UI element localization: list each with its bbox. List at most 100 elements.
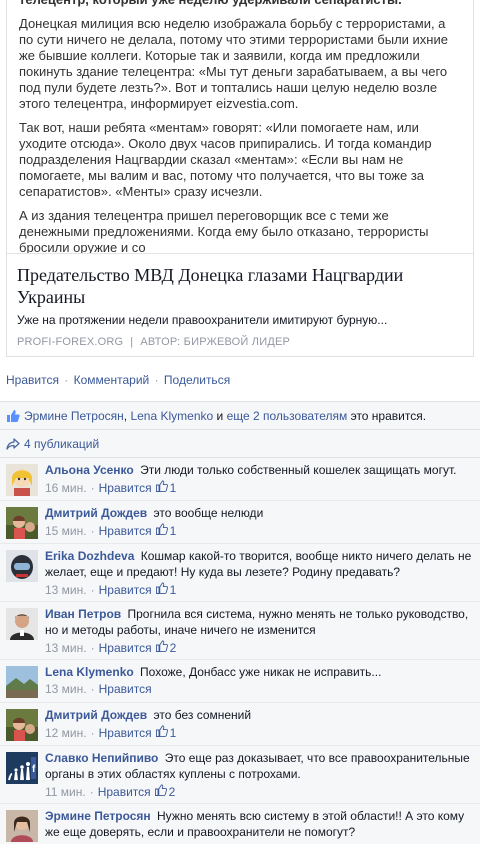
comment-author[interactable]: Иван Петров (45, 607, 121, 621)
avatar[interactable] (6, 550, 38, 582)
comment-author[interactable]: Альона Усенко (45, 463, 134, 477)
comment-like-number: 1 (169, 582, 177, 597)
card-domain: PROFI-FOREX.ORG (17, 336, 124, 348)
dot-separator: · (64, 373, 69, 387)
comment-like-button[interactable]: Нравится (99, 682, 152, 696)
shares-count[interactable]: 4 публикаций (24, 437, 99, 451)
thumbs-up-icon (6, 409, 20, 423)
comment-time[interactable]: 16 мин. (45, 481, 87, 495)
comment-body: Иван Петров Прогнила вся система, нужно … (45, 606, 474, 655)
comment-meta: 11 мин. · Нравится 2 (45, 784, 474, 799)
comment-like-button[interactable]: Нравится (99, 481, 152, 495)
comment-item: Дмитрий Дождев это вообще нелюди 15 мин.… (0, 501, 480, 544)
comment-body: Erika Dozhdeva Кошмар какой-то творится,… (45, 548, 474, 597)
comment-author[interactable]: Lena Klymenko (45, 665, 134, 679)
feedback-section: Эрмине Петросян, Lena Klymenko и еще 2 п… (0, 401, 480, 844)
other-likers-link[interactable]: еще 2 пользователям (227, 409, 348, 423)
comment-like-button[interactable]: Нравится (99, 726, 152, 740)
article-paragraph: А из здания телецентра пришел переговорщ… (19, 208, 429, 253)
card-author: АВТОР: БИРЖЕВОЙ ЛИДЕР (140, 336, 291, 348)
comment-item: Альона Усенко Эти люди только собственны… (0, 458, 480, 501)
article-paragraph: Донецкая милиция всю неделю изображала б… (19, 16, 448, 111)
likes-summary: Эрмине Петросян, Lena Klymenko и еще 2 п… (0, 402, 480, 430)
comment-like-button[interactable]: Нравится (99, 583, 152, 597)
comment-meta: 13 мин. · Нравится (45, 682, 474, 696)
comment-text: Похоже, Донбасс уже никак не исправить..… (140, 665, 382, 679)
dot-separator: · (89, 784, 94, 799)
comment-meta: 13 мин. · Нравится 1 (45, 582, 474, 597)
avatar[interactable]: f (6, 752, 38, 784)
comment-text: это без сомнений (153, 708, 252, 722)
comment-author[interactable]: Дмитрий Дождев (45, 506, 147, 520)
comment-like-number: 1 (169, 725, 177, 740)
comment-author[interactable]: Славко Непийпиво (45, 751, 158, 765)
thumbs-up-icon (155, 640, 170, 655)
thumbs-up-icon (155, 582, 170, 597)
comment-like-count[interactable]: 1 (155, 725, 177, 740)
avatar[interactable] (6, 666, 38, 698)
comment-like-number: 1 (169, 523, 177, 538)
comment-like-count[interactable]: 1 (155, 480, 176, 495)
comment-body: Дмитрий Дождев это вообще нелюди 15 мин.… (45, 505, 474, 539)
comment-like-button[interactable]: Нравится (99, 524, 152, 538)
comma: , (123, 408, 128, 423)
card-title[interactable]: Предательство МВД Донецка глазами Нацгва… (17, 264, 461, 308)
share-link[interactable]: Поделиться (164, 373, 230, 387)
card-body[interactable]: Предательство МВД Донецка глазами Нацгва… (7, 253, 473, 356)
dot-separator: · (90, 682, 95, 696)
comment-body: Эрмине Петросян Нужно менять всю систему… (45, 808, 474, 844)
avatar[interactable] (6, 507, 38, 539)
comment-author[interactable]: Эрмине Петросян (45, 809, 151, 823)
comment-meta: 12 мин. · Нравится 1 (45, 725, 474, 740)
article-paragraph: Так вот, наши ребята «ментам» говорят: «… (19, 120, 432, 199)
comment-author[interactable]: Erika Dozhdeva (45, 549, 134, 563)
comment-like-count[interactable]: 2 (154, 784, 176, 799)
avatar[interactable] (6, 464, 38, 496)
comment-like-count[interactable]: 1 (155, 582, 177, 597)
thumbs-up-icon (155, 725, 170, 740)
comment-time[interactable]: 13 мин. (45, 641, 87, 655)
comment-link[interactable]: Комментарий (74, 373, 150, 387)
article-excerpt: телецентр, который уже неделю удерживали… (7, 0, 473, 253)
comment-author[interactable]: Дмитрий Дождев (45, 708, 147, 722)
comment-text: Эти люди только собственный кошелек защи… (140, 463, 457, 477)
comment-list: Альона Усенко Эти люди только собственны… (0, 458, 480, 844)
comment-like-number: 2 (168, 784, 176, 799)
dot-separator: · (90, 480, 95, 495)
comment-like-count[interactable]: 2 (155, 640, 176, 655)
liker-name-1[interactable]: Эрмине Петросян (24, 409, 124, 423)
likes-tail: это нравится. (350, 408, 427, 423)
comment-like-button[interactable]: Нравится (99, 641, 152, 655)
shares-summary[interactable]: 4 публикаций (0, 430, 480, 458)
comment-item: Lena Klymenko Похоже, Донбасс уже никак … (0, 660, 480, 703)
comment-time[interactable]: 13 мин. (45, 583, 87, 597)
post-actions: Нравится · Комментарий · Поделиться (6, 373, 474, 391)
comment-body: Альона Усенко Эти люди только собственны… (45, 462, 474, 496)
thumbs-up-icon (155, 480, 170, 495)
comment-like-button[interactable]: Нравится (98, 785, 151, 799)
comment-time[interactable]: 12 мин. (45, 726, 87, 740)
liker-name-2[interactable]: Lena Klymenko (130, 409, 213, 423)
comment-time[interactable]: 13 мин. (45, 682, 87, 696)
thumbs-up-icon (155, 523, 170, 538)
share-icon (6, 437, 20, 451)
avatar[interactable] (6, 608, 38, 640)
comment-meta: 13 мин. · Нравится 2 (45, 640, 474, 655)
like-link[interactable]: Нравится (6, 373, 59, 387)
meta-separator: | (130, 336, 134, 348)
comment-time[interactable]: 15 мин. (45, 524, 87, 538)
avatar[interactable] (6, 709, 38, 741)
comment-item: f Славко Непийпиво Это еще раз доказывае… (0, 746, 480, 804)
comment-body: Славко Непийпиво Это еще раз доказывает,… (45, 750, 474, 799)
avatar[interactable] (6, 810, 38, 842)
dot-separator: · (154, 373, 159, 387)
dot-separator: · (90, 725, 95, 740)
card-meta: PROFI-FOREX.ORG | АВТОР: БИРЖЕВОЙ ЛИДЕР (17, 336, 461, 348)
comment-item: Дмитрий Дождев это без сомнений 12 мин. … (0, 703, 480, 746)
comment-time[interactable]: 11 мин. (45, 785, 86, 799)
link-card[interactable]: телецентр, который уже неделю удерживали… (6, 0, 474, 357)
card-description: Уже на протяжении недели правоохранители… (17, 313, 388, 327)
dot-separator: · (90, 640, 95, 655)
comment-like-count[interactable]: 1 (155, 523, 177, 538)
comment-text: это вообще нелюди (153, 506, 264, 520)
